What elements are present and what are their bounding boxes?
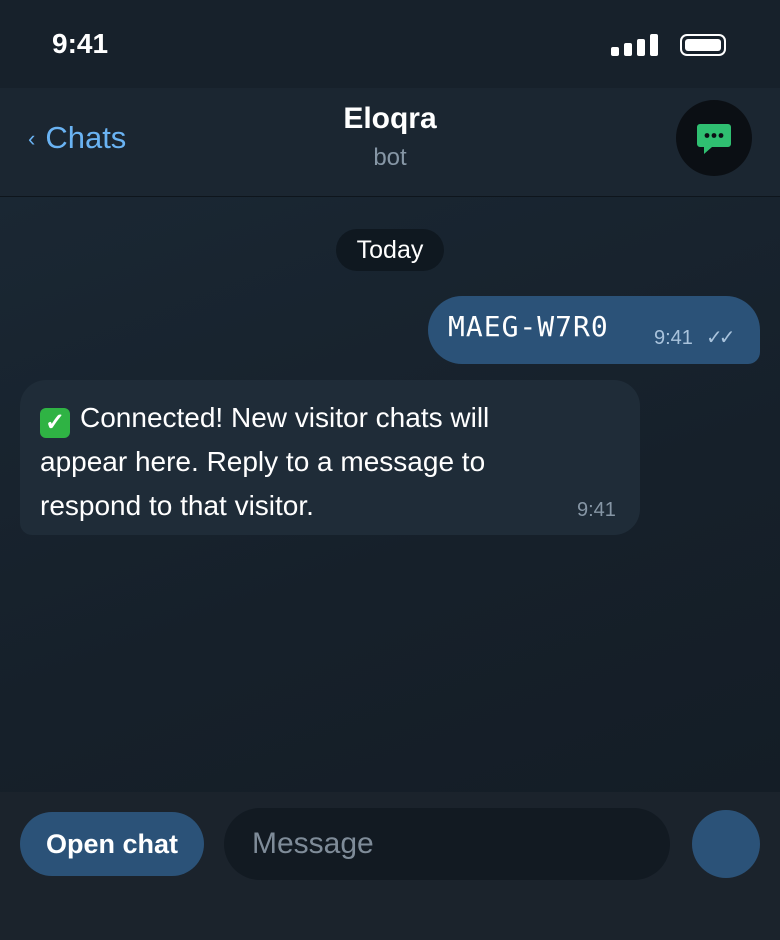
battery-icon (680, 34, 726, 56)
chat-subtitle: bot (373, 144, 407, 171)
message-body: ✓ Connected! New visitor chats will appea… (40, 396, 560, 528)
check-mark-icon: ✓ (40, 408, 70, 438)
send-button[interactable] (692, 810, 760, 878)
signal-icon (611, 34, 663, 56)
status-time: 9:41 (52, 28, 109, 59)
composer-bar: Open chat (0, 792, 780, 940)
outgoing-message[interactable]: MAEG-W7R0 9:41 ✓✓ (428, 296, 760, 364)
chat-header: ‹ Chats Eloqra bot (0, 88, 780, 197)
chat-bubble-icon (697, 124, 731, 154)
message-time: 9:41 (577, 499, 616, 521)
message-list[interactable]: Today MAEG-W7R0 9:41 ✓✓ ✓ Connected! New … (0, 197, 780, 792)
message-input[interactable] (224, 808, 670, 880)
message-time: 9:41 (654, 327, 693, 349)
status-bar: 9:41 (0, 0, 780, 88)
date-separator: Today (336, 229, 444, 271)
bot-avatar[interactable] (676, 100, 752, 176)
double-check-icon: ✓✓ (706, 327, 735, 349)
message-text: MAEG-W7R0 (448, 310, 609, 343)
message-text: Connected! New visitor chats will appear… (40, 402, 490, 521)
chat-title[interactable]: Eloqra (0, 102, 780, 136)
incoming-message[interactable]: ✓ Connected! New visitor chats will appea… (20, 380, 640, 535)
open-chat-button[interactable]: Open chat (20, 812, 204, 876)
